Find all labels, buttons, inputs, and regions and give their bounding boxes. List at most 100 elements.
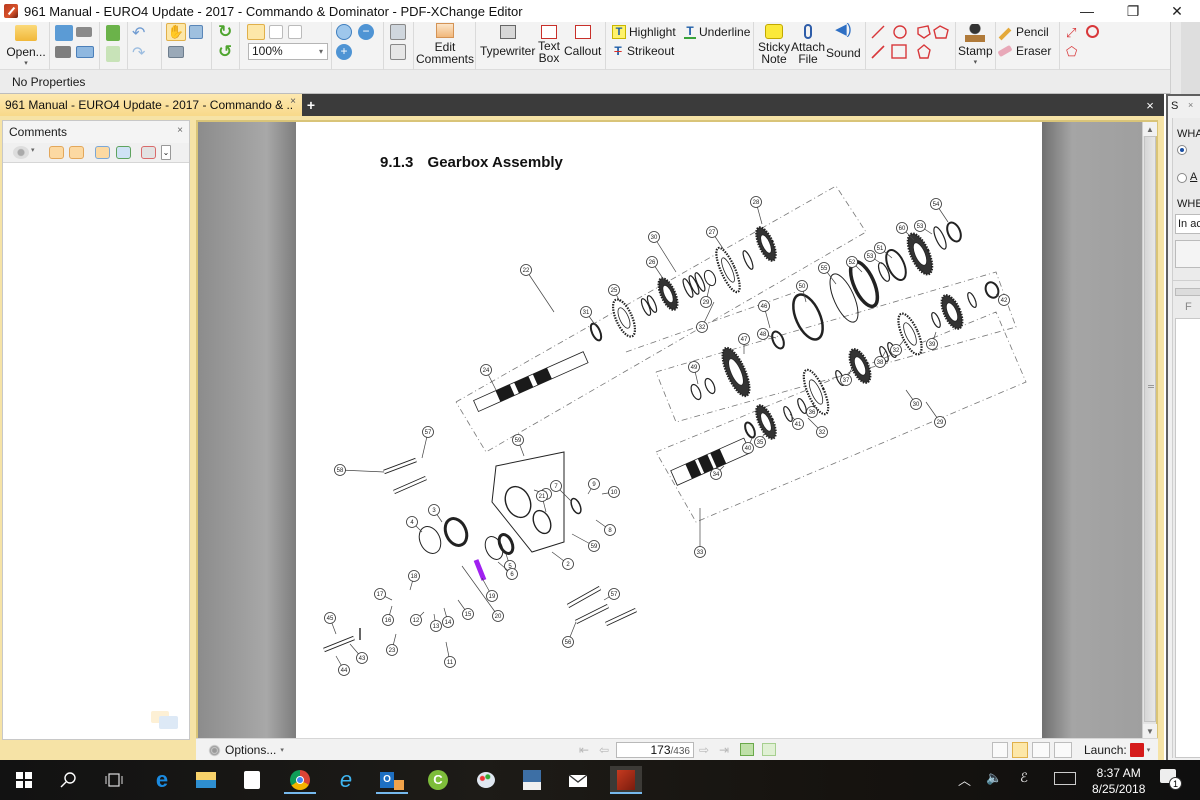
hand-tool-icon[interactable]: ✋ (166, 23, 186, 41)
taskbar-app-paint[interactable] (470, 766, 502, 794)
stamp-button[interactable]: Stamp ▾ (958, 24, 993, 69)
volume-icon[interactable]: 🔈 (986, 770, 1002, 786)
taskbar-app-person[interactable] (516, 766, 548, 794)
distance-tool-icon[interactable]: ⤢ (1066, 25, 1076, 41)
delete-comment-icon[interactable] (141, 146, 156, 159)
taskbar-app-mail[interactable] (562, 766, 594, 794)
pen-icon[interactable]: ℰ (1020, 770, 1028, 786)
new-tab-button[interactable]: + (302, 94, 320, 116)
summarize-comments-icon[interactable] (116, 146, 131, 159)
print-icon[interactable] (55, 46, 71, 58)
show-hidden-icons-chevron[interactable]: ︿ (958, 770, 971, 789)
zoom-level-select[interactable]: 100% ▾ (248, 43, 328, 60)
taskbar-app-internet-explorer[interactable]: e (330, 766, 362, 794)
insert-text-icon[interactable] (390, 44, 406, 60)
rotate-clockwise-icon[interactable]: ↻ (218, 22, 232, 42)
more-options-chevron-icon[interactable]: ⌄ (161, 145, 171, 160)
restore-button[interactable]: ❐ (1110, 0, 1156, 22)
document-viewport[interactable]: 9.1.3 Gearbox Assembly 22 31 25 26 30 27 28 29 3… (196, 120, 1158, 740)
taskbar-app-file-explorer[interactable] (190, 766, 222, 794)
callout-button[interactable]: Callout (564, 25, 601, 57)
toolbar-scrollbar[interactable] (1170, 22, 1200, 94)
actual-size-icon[interactable] (247, 24, 265, 40)
last-page-icon[interactable]: ⇥ (716, 743, 732, 757)
email-icon[interactable] (76, 46, 94, 58)
export-icon[interactable] (106, 46, 120, 62)
close-window-button[interactable]: ✕ (1154, 0, 1200, 22)
scan-icon[interactable] (76, 27, 92, 37)
task-view-button[interactable] (98, 766, 130, 794)
reply-comment-icon[interactable] (95, 146, 110, 159)
pdf-page[interactable]: 9.1.3 Gearbox Assembly 22 31 25 26 30 27 28 29 3… (296, 122, 1042, 738)
perimeter-tool-icon[interactable]: ⬠ (1066, 44, 1077, 60)
sound-button[interactable]: ◀) Sound (826, 22, 861, 59)
search-option-radio-advanced[interactable] (1177, 173, 1187, 183)
search-option-radio-selected[interactable] (1177, 145, 1187, 155)
single-page-view-icon[interactable] (992, 742, 1008, 758)
attach-file-button[interactable]: Attach File (791, 24, 825, 65)
page-number-input[interactable]: 173/436 (616, 742, 694, 758)
next-view-icon[interactable] (762, 743, 776, 756)
taskbar-search-button[interactable] (52, 766, 84, 794)
taskbar-app-chrome[interactable] (284, 766, 316, 794)
sticky-note-button[interactable]: Sticky Note (758, 24, 790, 65)
search-results-list[interactable] (1175, 318, 1200, 758)
scroll-up-arrow-icon[interactable]: ▲ (1143, 122, 1157, 136)
pencil-button[interactable]: Pencil (998, 25, 1049, 41)
dropdown-arrow-icon[interactable]: ▾ (31, 146, 35, 154)
fit-width-icon[interactable] (288, 25, 302, 39)
area-tool-icon[interactable] (1086, 25, 1099, 38)
first-page-icon[interactable]: ⇤ (576, 743, 592, 757)
taskbar-app-c[interactable]: C (422, 766, 454, 794)
next-page-icon[interactable]: ⇨ (696, 743, 712, 757)
facing-view-icon[interactable] (1032, 742, 1050, 758)
scrollbar-thumb[interactable] (1144, 136, 1156, 722)
highlight-button[interactable]: T Highlight (612, 25, 676, 39)
previous-comment-icon[interactable] (69, 146, 84, 159)
taskbar-app-store[interactable] (236, 766, 268, 794)
add-text-icon[interactable] (390, 24, 406, 40)
previous-page-icon[interactable]: ⇦ (596, 743, 612, 757)
action-center-button[interactable]: 1 (1160, 769, 1182, 790)
eraser-button[interactable]: Eraser (997, 44, 1051, 58)
options-button[interactable]: Options... ▾ (208, 743, 284, 757)
clock[interactable]: 8:37 AM 8/25/2018 (1092, 765, 1145, 797)
import-icon[interactable] (106, 25, 120, 41)
undo-icon[interactable]: ↶ (132, 23, 145, 43)
next-comment-icon[interactable] (49, 146, 64, 159)
minimize-button[interactable]: — (1064, 0, 1110, 22)
text-box-button[interactable]: Text Box (538, 25, 560, 64)
start-button[interactable] (8, 766, 40, 794)
zoom-out-icon[interactable]: − (358, 24, 374, 40)
close-all-tabs-button[interactable]: × (1140, 94, 1160, 116)
fit-page-icon[interactable] (269, 25, 283, 39)
snapshot-icon[interactable] (168, 46, 184, 58)
rotate-counterclockwise-icon[interactable]: ↺ (218, 42, 232, 62)
previous-view-icon[interactable] (740, 743, 754, 756)
continuous-view-icon[interactable] (1012, 742, 1028, 758)
save-icon[interactable] (55, 25, 73, 41)
strikeout-button[interactable]: T Strikeout (612, 44, 674, 58)
typewriter-button[interactable]: Typewriter (480, 25, 535, 57)
select-text-icon[interactable] (189, 25, 203, 39)
edit-comments-button[interactable]: Edit Comments (416, 23, 474, 65)
touch-keyboard-icon[interactable] (1054, 772, 1076, 785)
vertical-scrollbar[interactable]: ▲ ▼ (1142, 122, 1157, 738)
tab-document[interactable]: 961 Manual - EURO4 Update - 2017 - Comma… (0, 94, 302, 116)
taskbar-app-outlook[interactable]: O (376, 766, 408, 794)
taskbar-app-edge[interactable]: e (146, 766, 178, 794)
scroll-down-arrow-icon[interactable]: ▼ (1143, 724, 1157, 738)
underline-button[interactable]: T Underline (684, 25, 750, 39)
close-search-panel-icon[interactable]: × (1188, 100, 1193, 110)
where-select[interactable]: In ac (1175, 214, 1200, 234)
gear-icon[interactable] (13, 146, 29, 159)
search-button[interactable] (1175, 240, 1200, 268)
close-comments-panel-icon[interactable]: × (177, 125, 183, 136)
zoom-in-icon[interactable]: + (336, 44, 352, 60)
launch-button[interactable]: Launch: ▾ (1084, 743, 1150, 757)
redo-icon[interactable]: ↷ (132, 43, 145, 63)
close-tab-icon[interactable]: × (290, 96, 296, 107)
taskbar-app-pdf-xchange[interactable] (610, 766, 642, 794)
zoom-in-tool-icon[interactable] (336, 24, 352, 40)
open-button[interactable]: Open... ▾ (6, 25, 46, 70)
